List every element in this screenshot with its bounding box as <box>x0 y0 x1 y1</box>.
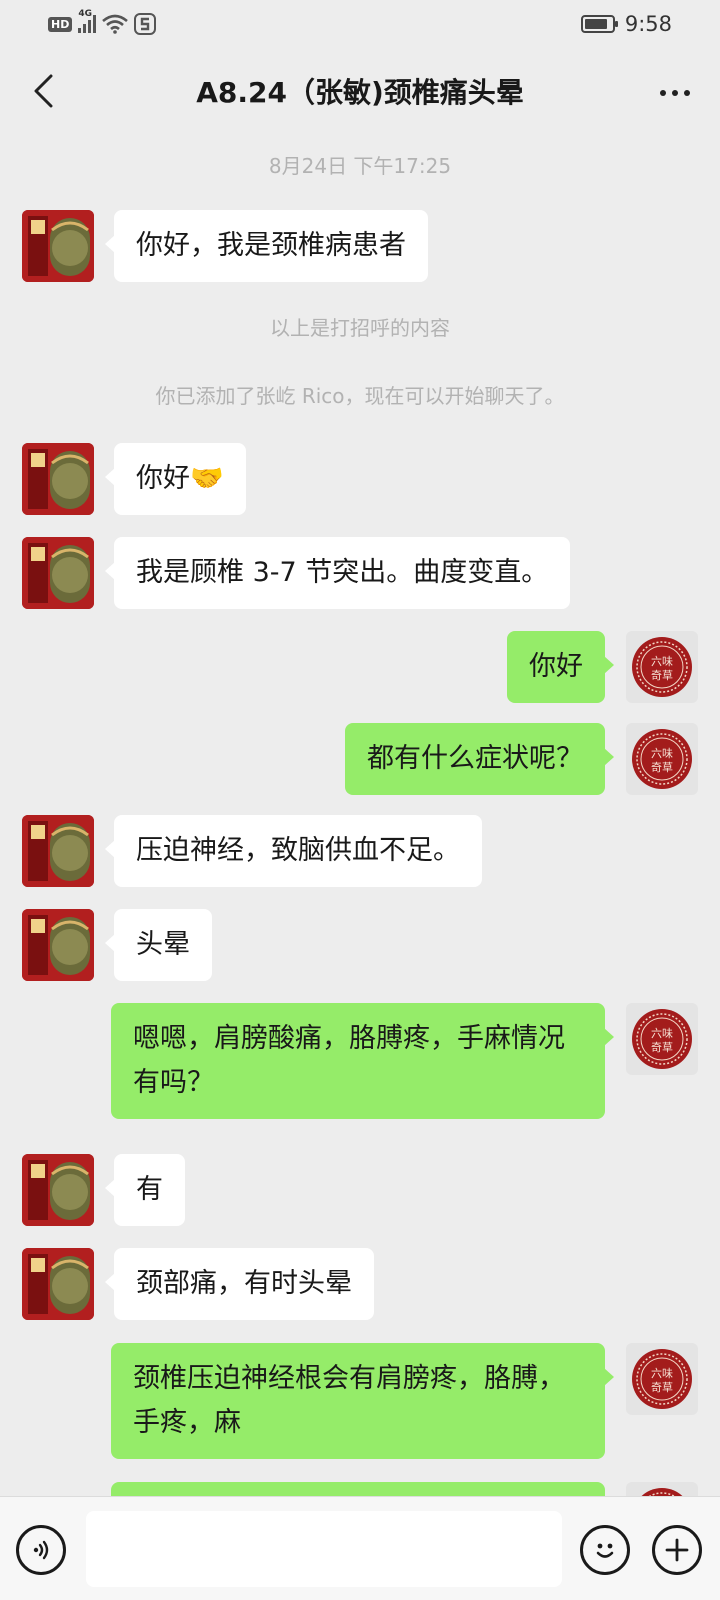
more-options-button[interactable] <box>652 70 698 116</box>
seal-logo-icon: 六味 奇草 <box>632 637 692 697</box>
svg-text:六味: 六味 <box>651 747 673 760</box>
seal-logo-icon <box>641 1488 683 1496</box>
self-avatar[interactable]: 六味 奇草 <box>626 1343 698 1415</box>
chat-message-list[interactable]: 8月24日 下午17:25 你好，我是颈椎病患者 以上是打招呼的内容 你已添加了… <box>0 134 720 1496</box>
contact-avatar[interactable] <box>22 1154 94 1226</box>
more-dot-icon <box>684 90 690 96</box>
plus-icon <box>665 1538 689 1562</box>
svg-text:奇草: 奇草 <box>651 669 673 682</box>
more-functions-button[interactable] <box>652 1525 702 1575</box>
contact-avatar-image <box>22 1154 94 1226</box>
status-time: 9:58 <box>624 12 672 36</box>
cellular-signal-icon: 4G <box>78 9 97 33</box>
seal-logo-icon: 六味 奇草 <box>632 1009 692 1069</box>
battery-level <box>584 19 607 29</box>
message-bubble-outgoing[interactable]: 你好 <box>507 631 614 703</box>
status-left: HD 4G <box>48 9 157 35</box>
contact-avatar[interactable] <box>22 1248 94 1320</box>
svg-text:奇草: 奇草 <box>651 761 673 774</box>
seal-logo-icon: 六味 奇草 <box>632 1349 692 1409</box>
message-bubble-outgoing[interactable]: 颈椎压迫神经根会有肩膀疼，胳膊，手疼，麻 <box>111 1343 614 1459</box>
message-bubble-incoming[interactable]: 我是顾椎 3-7 节突出。曲度变直。 <box>104 537 571 609</box>
status-bar: HD 4G 9:58 <box>0 0 720 48</box>
smiley-icon <box>596 1543 614 1558</box>
message-bubble-outgoing-partial[interactable] <box>111 1482 605 1496</box>
contact-avatar-image <box>22 909 94 981</box>
message-bubble-incoming[interactable]: 颈部痛，有时头晕 <box>105 1248 374 1320</box>
emoji-button[interactable] <box>580 1525 630 1575</box>
chevron-left-icon <box>34 74 53 108</box>
message-bubble-incoming[interactable]: 头晕 <box>105 909 212 981</box>
system-added-note: 你已添加了张屹 Rico，现在可以开始聊天了。 <box>155 384 565 408</box>
contact-avatar[interactable] <box>22 210 94 282</box>
message-bubble-outgoing[interactable]: 嗯嗯，肩膀酸痛，胳膊疼，手麻情况有吗？ <box>111 1003 614 1119</box>
contact-avatar[interactable] <box>22 537 94 609</box>
sync-app-icon <box>134 13 157 35</box>
timestamp: 8月24日 下午17:25 <box>268 154 452 178</box>
contact-avatar-image <box>22 815 94 887</box>
voice-input-button[interactable] <box>16 1525 66 1575</box>
contact-avatar-image <box>22 443 94 515</box>
svg-text:六味: 六味 <box>651 655 673 668</box>
more-dot-icon <box>672 90 678 96</box>
contact-avatar-image <box>22 210 94 282</box>
message-bubble-incoming[interactable]: 有 <box>105 1154 185 1226</box>
seal-logo-icon: 六味 奇草 <box>632 729 692 789</box>
contact-avatar[interactable] <box>22 443 94 515</box>
input-bar <box>0 1496 720 1600</box>
contact-avatar[interactable] <box>22 909 94 981</box>
wifi-icon <box>102 14 129 34</box>
svg-text:六味: 六味 <box>651 1367 673 1380</box>
message-input[interactable] <box>86 1511 562 1587</box>
message-bubble-incoming[interactable]: 你好🤝 <box>105 443 246 515</box>
contact-avatar-image <box>22 537 94 609</box>
self-avatar[interactable]: 六味 奇草 <box>626 1003 698 1075</box>
self-avatar[interactable] <box>626 1482 698 1496</box>
more-dot-icon <box>660 90 666 96</box>
contact-avatar-image <box>22 1248 94 1320</box>
hd-badge: HD <box>48 16 73 32</box>
contact-avatar[interactable] <box>22 815 94 887</box>
message-bubble-incoming[interactable]: 你好，我是颈椎病患者 <box>105 210 428 282</box>
title-bar: A8.24（张敏)颈椎痛头晕 <box>0 48 720 134</box>
message-bubble-incoming[interactable]: 压迫神经，致脑供血不足。 <box>105 815 482 887</box>
voice-icon <box>33 1540 49 1560</box>
self-avatar[interactable]: 六味 奇草 <box>626 723 698 795</box>
status-right: 9:58 <box>580 12 672 36</box>
chat-title: A8.24（张敏)颈椎痛头晕 <box>196 76 524 109</box>
message-bubble-outgoing[interactable]: 都有什么症状呢？ <box>345 723 614 795</box>
self-avatar[interactable]: 六味 奇草 <box>626 631 698 703</box>
battery-icon <box>580 15 618 33</box>
svg-text:六味: 六味 <box>651 1027 673 1040</box>
network-type: 4G <box>78 9 92 19</box>
svg-text:奇草: 奇草 <box>651 1381 673 1394</box>
back-button[interactable] <box>20 68 66 114</box>
system-greeting-note: 以上是打招呼的内容 <box>270 316 450 340</box>
svg-text:奇草: 奇草 <box>651 1041 673 1054</box>
